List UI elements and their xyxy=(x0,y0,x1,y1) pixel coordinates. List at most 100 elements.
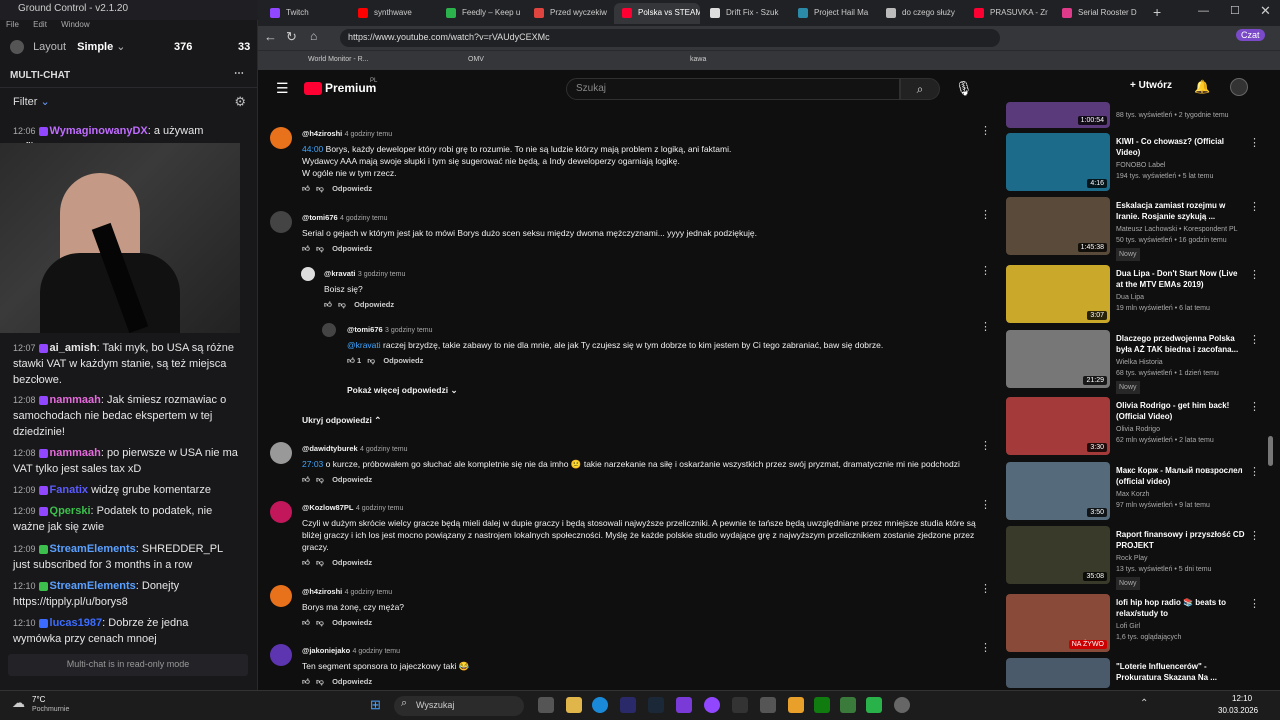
minimize-icon[interactable]: — xyxy=(1198,5,1209,17)
home-icon[interactable]: ⌂ xyxy=(310,29,317,43)
steam-icon[interactable] xyxy=(648,697,664,713)
reply-button[interactable]: Odpowiedz xyxy=(332,618,372,627)
more-vert-icon[interactable]: ⋮ xyxy=(1249,136,1260,149)
tab-youtube-active[interactable]: Polska vs STEAM xyxy=(614,3,700,24)
tab-przed[interactable]: Przed wyczekiw xyxy=(526,3,612,24)
chevron-up-icon[interactable]: ⌃ xyxy=(1140,698,1148,709)
gear-icon[interactable]: ⚙ xyxy=(234,94,246,110)
avatar[interactable] xyxy=(270,211,292,233)
video-info[interactable]: "Loterie Influencerów" - Prokuratura Ska… xyxy=(1116,661,1246,683)
layout-select[interactable]: Simple xyxy=(77,41,113,53)
tab-feedly[interactable]: Feedly – Keep u xyxy=(438,3,524,24)
more-vert-icon[interactable]: ⋮ xyxy=(980,320,991,333)
more-vert-icon[interactable]: ⋮ xyxy=(980,264,991,277)
app-icon[interactable] xyxy=(760,697,776,713)
xbox-icon[interactable] xyxy=(814,697,830,713)
video-thumbnail[interactable]: 3:30 xyxy=(1006,397,1110,455)
avatar[interactable] xyxy=(322,323,336,337)
app-icon[interactable] xyxy=(676,697,692,713)
video-info[interactable]: lofi hip hop radio 📚 beats to relax/stud… xyxy=(1116,597,1246,643)
twitch-icon[interactable] xyxy=(704,697,720,713)
more-vert-icon[interactable]: ⋮ xyxy=(980,208,991,221)
menu-window[interactable]: Window xyxy=(61,20,89,29)
video-thumbnail[interactable]: 3:07 xyxy=(1006,265,1110,323)
like-icon[interactable]: 👍︎ xyxy=(302,618,310,627)
tab-drift[interactable]: Drift Fix - Szuk xyxy=(702,3,788,24)
avatar[interactable] xyxy=(270,442,292,464)
edge-icon[interactable] xyxy=(592,697,608,713)
dislike-icon[interactable]: 👎︎ xyxy=(316,184,324,193)
clock-date[interactable]: 30.03.2026 xyxy=(1218,706,1258,715)
video-info[interactable]: Dua Lipa - Don't Start Now (Live at the … xyxy=(1116,268,1246,314)
more-vert-icon[interactable]: ⋮ xyxy=(1249,200,1260,213)
like-icon[interactable]: 👍︎ xyxy=(324,300,332,309)
windows-start-icon[interactable]: ⊞ xyxy=(370,697,381,713)
tab-synthwave[interactable]: synthwave xyxy=(350,3,436,24)
more-vert-icon[interactable]: ⋮ xyxy=(980,498,991,511)
search-input[interactable]: Szukaj xyxy=(566,78,900,100)
more-vert-icon[interactable]: ⋮ xyxy=(1249,400,1260,413)
scrollbar-thumb[interactable] xyxy=(1268,436,1273,466)
bookmark-kawa[interactable]: kawa xyxy=(690,56,706,63)
dislike-icon[interactable]: 👎︎ xyxy=(316,677,324,686)
like-icon[interactable]: 👍︎ xyxy=(302,184,310,193)
hide-replies-button[interactable]: Ukryj odpowiedzi ⌃ xyxy=(302,414,381,426)
avatar[interactable] xyxy=(270,644,292,666)
youtube-logo-icon[interactable] xyxy=(304,82,322,95)
avatar[interactable] xyxy=(301,267,315,281)
video-info[interactable]: KIWI - Co chowasz? (Official Video) FONOB… xyxy=(1116,136,1246,182)
tab-prasuvka[interactable]: PRASUVKA - Zr xyxy=(966,3,1052,24)
dislike-icon[interactable]: 👎︎ xyxy=(338,300,346,309)
like-icon[interactable]: 👍︎ xyxy=(302,244,310,253)
tab-project[interactable]: Project Hail Ma xyxy=(790,3,876,24)
filter-dropdown[interactable]: Filter xyxy=(13,96,37,108)
url-field[interactable]: https://www.youtube.com/watch?v=rVAUdyCE… xyxy=(340,29,1000,47)
video-info[interactable]: Raport finansowy i przyszłość CD PROJEKT… xyxy=(1116,529,1246,590)
new-tab-icon[interactable]: + xyxy=(1153,4,1161,20)
menu-edit[interactable]: Edit xyxy=(33,20,47,29)
more-vert-icon[interactable]: ⋮ xyxy=(1249,597,1260,610)
reply-button[interactable]: Odpowiedz xyxy=(354,300,394,309)
youtube-premium-logo[interactable]: Premium xyxy=(325,81,376,95)
more-vert-icon[interactable]: ⋮ xyxy=(1249,465,1260,478)
app-icon[interactable] xyxy=(866,697,882,713)
more-icon[interactable]: ⋯ xyxy=(234,68,244,79)
reply-button[interactable]: Odpowiedz xyxy=(332,558,372,567)
more-vert-icon[interactable]: ⋮ xyxy=(980,641,991,654)
avatar[interactable] xyxy=(1230,78,1248,96)
tab-serial[interactable]: Serial Rooster D xyxy=(1054,3,1140,24)
app-icon[interactable] xyxy=(788,697,804,713)
more-vert-icon[interactable]: ⋮ xyxy=(980,124,991,137)
video-info[interactable]: Eskalacja zamiast rozejmu w Iranie. Rosj… xyxy=(1116,200,1246,261)
dislike-icon[interactable]: 👎︎ xyxy=(316,618,324,627)
video-info[interactable]: 88 tys. wyświetleń • 2 tygodnie temu xyxy=(1116,110,1246,121)
like-icon[interactable]: 👍︎ xyxy=(302,677,310,686)
avatar[interactable] xyxy=(270,127,292,149)
dislike-icon[interactable]: 👎︎ xyxy=(367,356,375,365)
reply-button[interactable]: Odpowiedz xyxy=(332,184,372,193)
more-vert-icon[interactable]: ⋮ xyxy=(980,582,991,595)
maximize-icon[interactable]: ☐ xyxy=(1230,4,1240,17)
clock-time[interactable]: 12:10 xyxy=(1232,694,1252,703)
video-info[interactable]: Olivia Rodrigo - get him back! (Official… xyxy=(1116,400,1246,446)
dislike-icon[interactable]: 👎︎ xyxy=(316,244,324,253)
menu-icon[interactable]: ☰ xyxy=(276,80,289,97)
dislike-icon[interactable]: 👎︎ xyxy=(316,475,324,484)
more-vert-icon[interactable]: ⋮ xyxy=(980,439,991,452)
search-icon[interactable]: ⌕ xyxy=(900,78,940,100)
bookmark-world-monitor[interactable]: World Monitor - R... xyxy=(308,56,369,63)
app-icon[interactable] xyxy=(840,697,856,713)
copilot-chat-button[interactable]: Czat xyxy=(1236,29,1265,41)
video-thumbnail[interactable]: 4:16 xyxy=(1006,133,1110,191)
app-icon[interactable] xyxy=(894,697,910,713)
app-icon[interactable] xyxy=(732,697,748,713)
reply-button[interactable]: Odpowiedz xyxy=(383,356,423,365)
more-vert-icon[interactable]: ⋮ xyxy=(1249,268,1260,281)
app-icon[interactable] xyxy=(620,697,636,713)
video-thumbnail[interactable]: 1:45:38 xyxy=(1006,197,1110,255)
video-thumbnail[interactable]: 3:50 xyxy=(1006,462,1110,520)
menu-file[interactable]: File xyxy=(6,20,19,29)
file-explorer-icon[interactable] xyxy=(566,697,582,713)
microphone-icon[interactable]: 🎙 xyxy=(955,80,973,97)
video-thumbnail[interactable]: 1:00:54 xyxy=(1006,102,1110,128)
